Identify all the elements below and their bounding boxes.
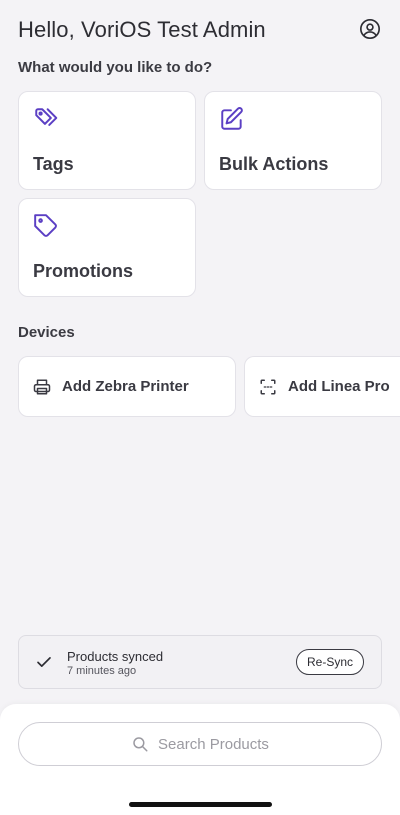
home-indicator	[129, 802, 272, 807]
add-linea-pro-card[interactable]: Add Linea Pro	[244, 356, 400, 417]
bulk-actions-label: Bulk Actions	[219, 154, 329, 174]
bottom-search-sheet: Search Products	[0, 704, 400, 815]
sync-status-bar: Products synced 7 minutes ago Re-Sync	[18, 635, 382, 689]
user-circle-icon	[360, 19, 380, 39]
actions-title: What would you like to do?	[18, 59, 213, 76]
tag-icon	[34, 214, 57, 237]
search-input[interactable]: Search Products	[18, 722, 382, 766]
add-linea-pro-label: Add Linea Pro	[288, 378, 390, 395]
tags-card[interactable]: Tags	[18, 91, 196, 190]
promotions-label: Promotions	[33, 261, 134, 281]
search-icon	[131, 735, 149, 753]
search-placeholder: Search Products	[158, 735, 269, 753]
sync-time-text: 7 minutes ago	[67, 665, 137, 677]
devices-title: Devices	[18, 324, 75, 341]
promotions-card[interactable]: Promotions	[18, 198, 196, 297]
printer-icon	[33, 378, 51, 396]
add-zebra-printer-label: Add Zebra Printer	[62, 378, 189, 395]
greeting-title: Hello, VoriOS Test Admin	[18, 17, 266, 42]
scan-icon	[259, 378, 277, 396]
check-icon	[37, 657, 51, 667]
tags-icon	[35, 108, 58, 126]
resync-button[interactable]: Re-Sync	[295, 649, 364, 675]
header: Hello, VoriOS Test Admin	[18, 14, 382, 50]
edit-icon	[221, 107, 243, 130]
sync-status-text: Products synced	[67, 649, 164, 664]
add-zebra-printer-card[interactable]: Add Zebra Printer	[18, 356, 236, 417]
tags-label: Tags	[33, 154, 74, 174]
profile-button[interactable]	[358, 16, 382, 42]
bulk-actions-card[interactable]: Bulk Actions	[204, 91, 382, 190]
